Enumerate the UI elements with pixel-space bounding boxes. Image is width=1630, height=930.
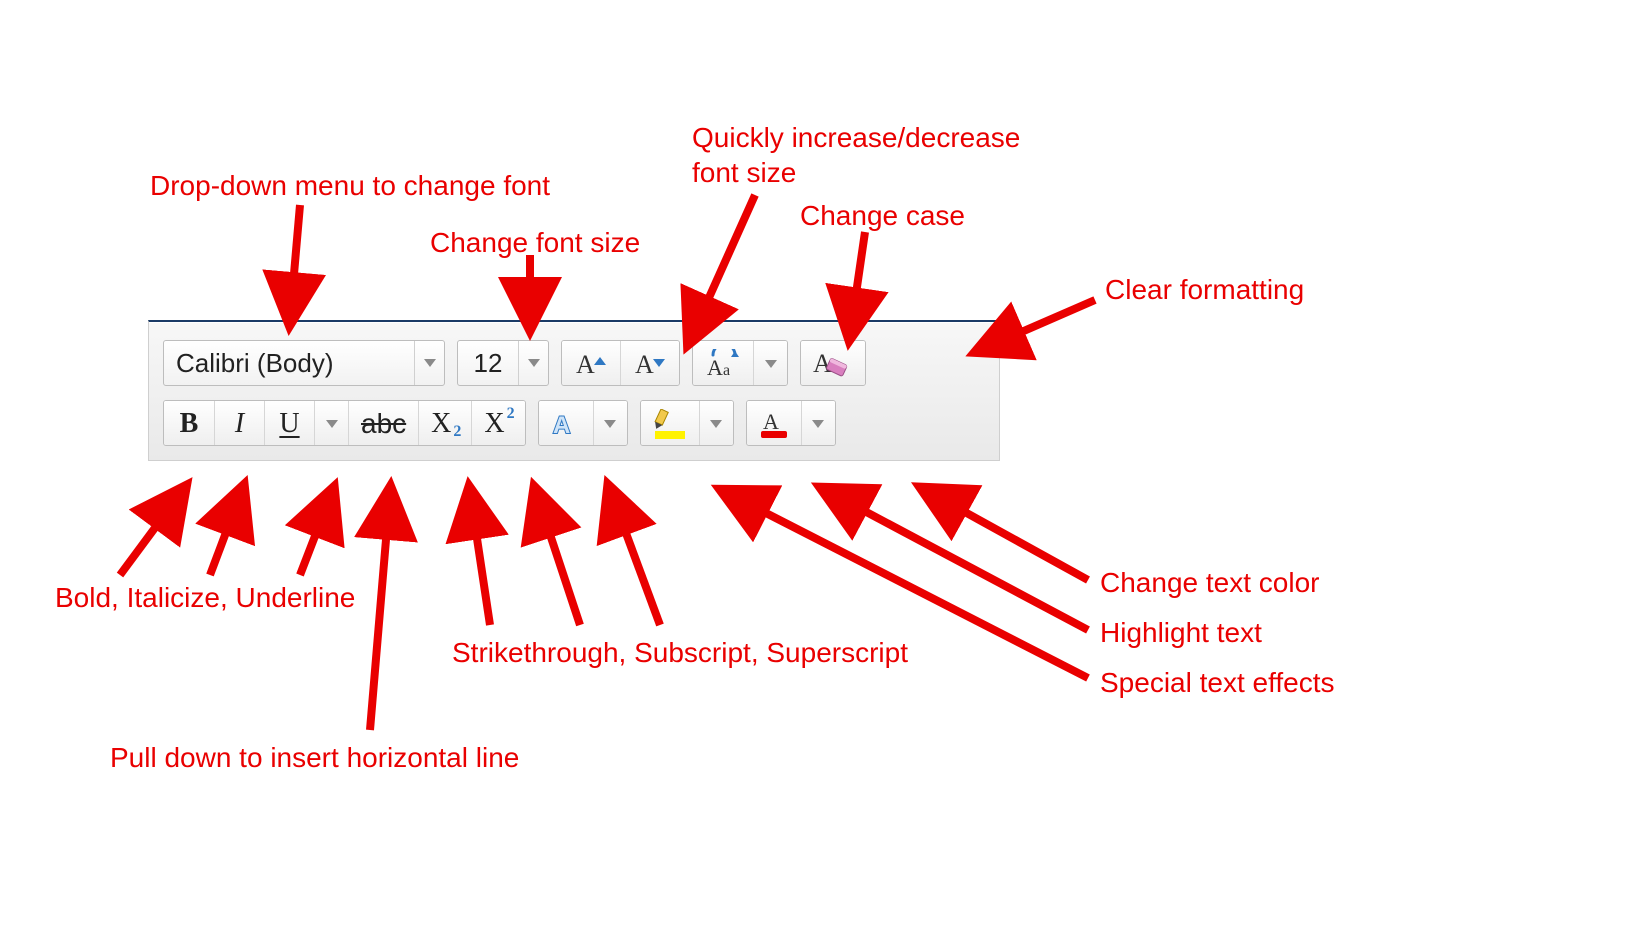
increase-font-icon: A [574, 349, 608, 379]
toolbar-row-1: Calibri (Body) 12 A A [163, 340, 985, 386]
text-effects-dropdown-caret[interactable] [593, 401, 627, 446]
highlight-group [640, 400, 734, 446]
clear-formatting-icon: A [813, 348, 853, 380]
callout-bold-italic-underline: Bold, Italicize, Underline [55, 580, 355, 615]
callout-clear-formatting: Clear formatting [1105, 272, 1304, 307]
underline-button[interactable]: U [264, 401, 314, 446]
svg-text:A: A [707, 355, 723, 379]
svg-text:A: A [576, 350, 595, 379]
callout-highlight: Highlight text [1100, 615, 1262, 650]
callout-text-effects: Special text effects [1100, 665, 1335, 700]
callout-hline-pulldown: Pull down to insert horizontal line [110, 740, 519, 775]
clear-formatting-button[interactable]: A [801, 341, 865, 386]
change-case-dropdown-caret[interactable] [753, 341, 787, 386]
decrease-font-icon: A [633, 349, 667, 379]
callout-change-case: Change case [800, 198, 965, 233]
font-toolbar: Calibri (Body) 12 A A [148, 320, 1000, 461]
callout-change-font-size: Change font size [430, 225, 640, 260]
subscript-button[interactable]: X2 [418, 401, 471, 446]
callout-font-dropdown: Drop-down menu to change font [150, 168, 550, 203]
increase-font-size-button[interactable]: A [562, 341, 620, 386]
highlight-dropdown-caret[interactable] [699, 401, 733, 446]
caret-down-icon [424, 359, 436, 367]
callout-inc-dec-size: Quickly increase/decrease font size [692, 120, 1020, 190]
font-size-steppers: A A [561, 340, 680, 386]
font-name-value[interactable]: Calibri (Body) [164, 341, 414, 385]
italic-button[interactable]: I [214, 401, 264, 446]
change-case-icon: A a [705, 349, 741, 379]
basic-format-group: B I U abc X2 X2 [163, 400, 526, 446]
strikethrough-button[interactable]: abc [348, 401, 418, 446]
svg-text:A: A [635, 350, 654, 379]
caret-down-icon [326, 420, 338, 428]
change-case-button[interactable]: A a [693, 341, 753, 386]
caret-down-icon [604, 420, 616, 428]
svg-text:A: A [763, 409, 779, 434]
underline-dropdown-caret[interactable] [314, 401, 348, 446]
font-color-button[interactable]: A [747, 401, 801, 446]
caret-down-icon [765, 360, 777, 368]
superscript-button[interactable]: X2 [471, 401, 524, 446]
highlight-button[interactable] [641, 401, 699, 446]
font-color-icon: A [759, 409, 789, 439]
caret-down-icon [528, 359, 540, 367]
font-color-group: A [746, 400, 836, 446]
highlight-icon [653, 409, 687, 439]
font-size-dropdown-caret[interactable] [518, 341, 548, 385]
clear-formatting-group: A [800, 340, 866, 386]
change-case-group: A a [692, 340, 788, 386]
caret-down-icon [710, 420, 722, 428]
font-size-combo[interactable]: 12 [457, 340, 549, 386]
svg-text:a: a [723, 362, 730, 379]
toolbar-row-2: B I U abc X2 X2 A A [163, 400, 985, 446]
bold-button[interactable]: B [164, 401, 214, 446]
font-name-combo[interactable]: Calibri (Body) [163, 340, 445, 386]
decrease-font-size-button[interactable]: A [620, 341, 679, 386]
caret-down-icon [812, 420, 824, 428]
callout-strike-sub-super: Strikethrough, Subscript, Superscript [452, 635, 908, 670]
text-effects-icon: A A [551, 409, 581, 439]
font-color-dropdown-caret[interactable] [801, 401, 835, 446]
callout-text-color: Change text color [1100, 565, 1319, 600]
font-name-dropdown-caret[interactable] [414, 341, 444, 385]
font-size-value[interactable]: 12 [458, 341, 518, 385]
text-effects-group: A A [538, 400, 628, 446]
svg-text:A: A [553, 412, 570, 439]
text-effects-button[interactable]: A A [539, 401, 593, 446]
